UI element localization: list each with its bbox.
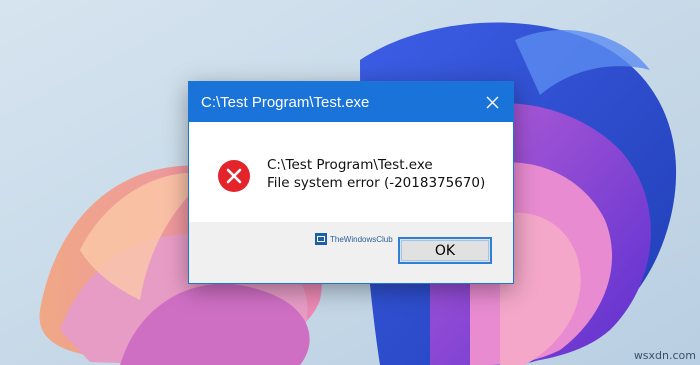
corner-watermark: wsxdn.com xyxy=(633,349,696,362)
message-path: C:\Test Program\Test.exe xyxy=(267,157,433,173)
dialog-title: C:\Test Program\Test.exe xyxy=(201,93,370,111)
error-icon xyxy=(218,160,250,192)
dialog-titlebar[interactable]: C:\Test Program\Test.exe xyxy=(189,82,513,122)
windows-club-logo-icon xyxy=(315,233,327,245)
close-icon xyxy=(486,96,498,108)
close-button[interactable] xyxy=(471,82,513,122)
error-message: C:\Test Program\Test.exe File system err… xyxy=(267,156,485,192)
dialog-content: C:\Test Program\Test.exe File system err… xyxy=(189,122,513,224)
watermark-logo: TheWindowsClub xyxy=(315,233,393,245)
watermark-text: TheWindowsClub xyxy=(330,234,393,244)
error-dialog: C:\Test Program\Test.exe C:\Test Program… xyxy=(188,81,514,284)
message-error: File system error (-2018375670) xyxy=(267,175,486,191)
ok-button[interactable]: OK xyxy=(398,237,492,264)
dialog-footer: TheWindowsClub OK xyxy=(189,222,513,283)
